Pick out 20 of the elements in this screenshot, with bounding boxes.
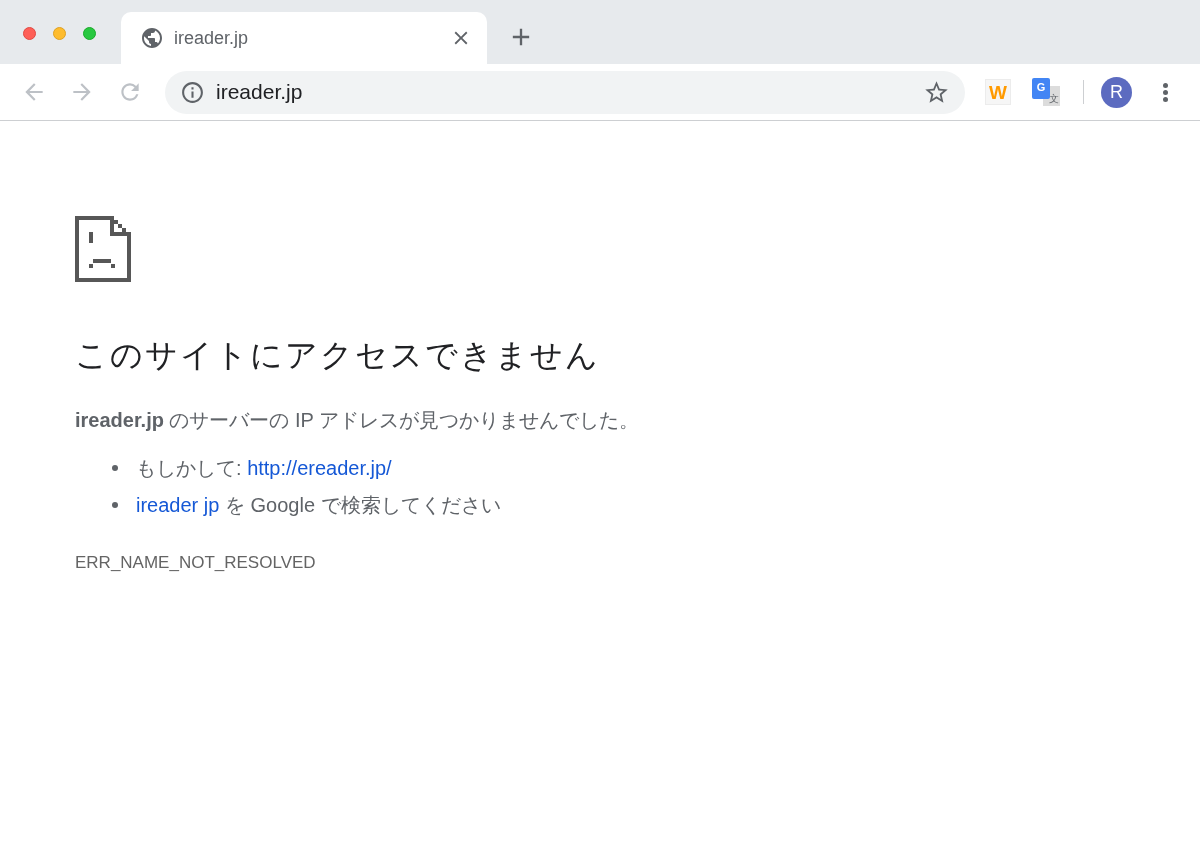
error-message: ireader.jp のサーバーの IP アドレスが見つかりませんでした。 [75, 408, 640, 433]
bullet-icon [112, 501, 118, 508]
maximize-window-icon[interactable] [83, 26, 96, 40]
minimize-window-icon[interactable] [53, 26, 66, 40]
close-window-icon[interactable] [23, 26, 36, 40]
bullet-icon [112, 464, 118, 471]
suggestion-link[interactable]: ireader jp [136, 493, 220, 516]
globe-icon [140, 26, 164, 50]
profile-avatar-button[interactable]: R [1101, 76, 1132, 108]
info-icon[interactable] [180, 79, 205, 105]
menu-icon [1162, 82, 1168, 102]
translate-extension-button[interactable]: G 文 [1032, 78, 1060, 106]
suggestion-text: ireader jp を Google で検索してください [136, 492, 501, 518]
error-title: このサイトにアクセスできません [75, 336, 600, 375]
suggestion-link[interactable]: http://ereader.jp/ [247, 456, 392, 479]
error-code: ERR_NAME_NOT_RESOLVED [75, 553, 316, 573]
browser-tab[interactable]: ireader.jp [121, 12, 487, 64]
suggestion-text: もしかして: http://ereader.jp/ [136, 455, 392, 481]
sad-page-icon [75, 216, 131, 282]
address-bar[interactable]: ireader.jp [165, 70, 965, 114]
